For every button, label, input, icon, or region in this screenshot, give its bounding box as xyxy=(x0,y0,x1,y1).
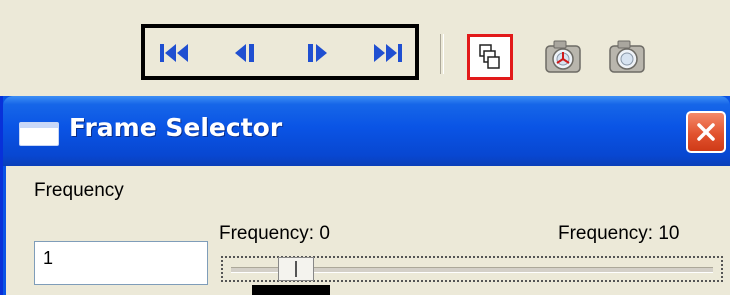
dialog-body: Frequency 1 Frequency: 0 Frequency: 10 xyxy=(6,166,730,295)
close-button[interactable] xyxy=(686,111,726,153)
skip-to-end-icon xyxy=(374,44,402,62)
step-back-icon xyxy=(235,44,254,62)
black-marker xyxy=(252,285,330,295)
camera-button[interactable] xyxy=(604,34,650,80)
toolbar-separator xyxy=(440,34,444,74)
step-forward-icon xyxy=(308,44,327,62)
frame-selector-dialog: Frame Selector Frequency 1 Frequency: 0 … xyxy=(0,96,730,295)
skip-to-end-button[interactable] xyxy=(367,36,407,70)
step-forward-button[interactable] xyxy=(297,36,337,70)
record-camera-button[interactable] xyxy=(540,34,586,80)
frequency-input[interactable]: 1 xyxy=(34,241,208,285)
skip-to-start-icon xyxy=(160,44,188,62)
toolbar xyxy=(0,0,730,95)
slider-thumb[interactable] xyxy=(278,257,314,281)
frame-selector-icon xyxy=(479,44,500,69)
window-icon xyxy=(19,122,59,146)
skip-to-start-button[interactable] xyxy=(155,36,195,70)
frame-selector-button[interactable] xyxy=(467,34,513,80)
slider-min-label: Frequency: 0 xyxy=(219,223,330,244)
frequency-label: Frequency xyxy=(34,180,124,201)
close-icon xyxy=(697,123,715,141)
camera-icon xyxy=(609,40,645,73)
slider-max-label: Frequency: 10 xyxy=(558,223,680,244)
dialog-titlebar[interactable]: Frame Selector xyxy=(3,96,730,166)
frequency-slider[interactable] xyxy=(221,256,723,282)
camera-record-icon xyxy=(545,40,581,73)
playback-controls xyxy=(141,24,419,80)
step-back-button[interactable] xyxy=(225,36,265,70)
dialog-title: Frame Selector xyxy=(69,113,283,142)
